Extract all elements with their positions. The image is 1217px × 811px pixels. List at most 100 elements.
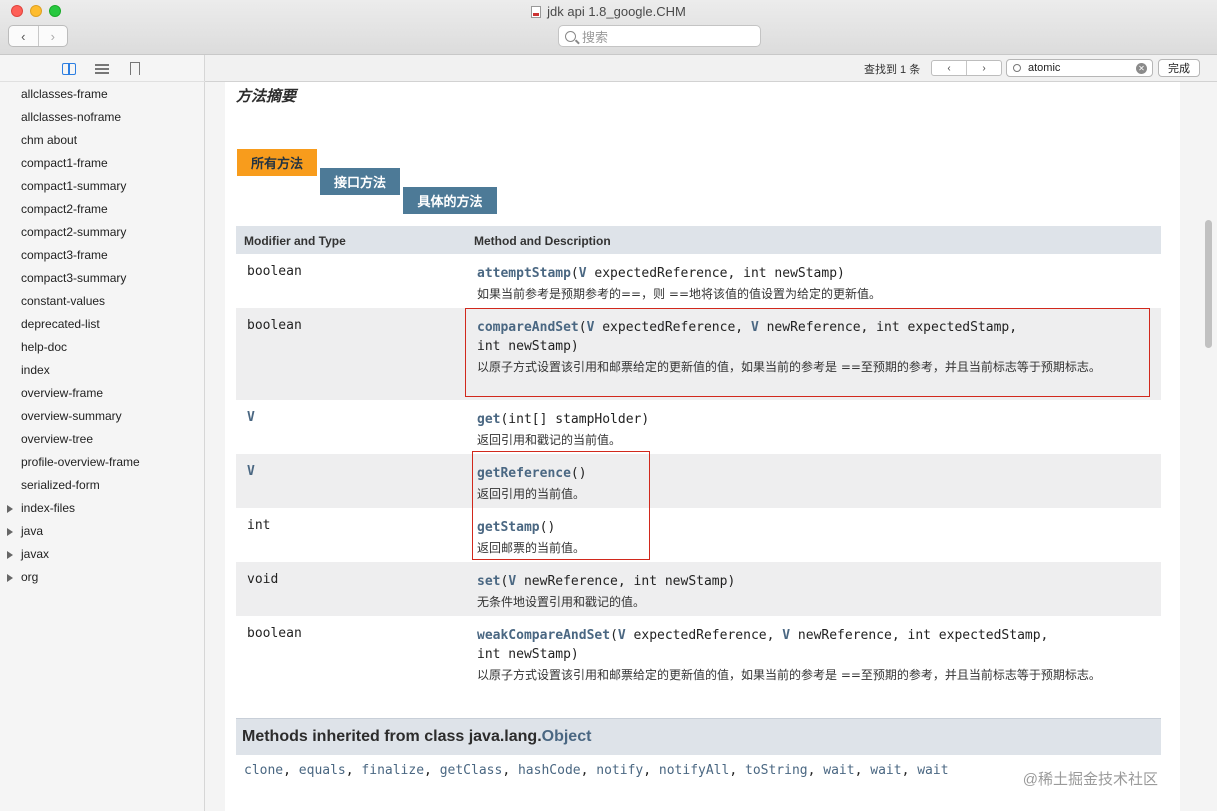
method-explanation: 返回引用和戳记的当前值。 <box>477 433 622 447</box>
inherited-method-link[interactable]: toString <box>745 763 808 778</box>
disclosure-triangle-icon[interactable] <box>7 505 13 513</box>
sidebar-item-label: help-doc <box>21 340 68 354</box>
list-icon[interactable] <box>95 62 109 75</box>
sidebar-item[interactable]: org <box>0 566 205 589</box>
method-name-link[interactable]: attemptStamp <box>477 266 571 281</box>
type-link[interactable]: V <box>579 266 587 281</box>
sidebar-item[interactable]: allclasses-frame <box>0 83 205 106</box>
table-row: Vget(int[] stampHolder) 返回引用和戳记的当前值。 <box>236 400 1161 454</box>
sidebar-item[interactable]: profile-overview-frame <box>0 451 205 474</box>
sidebar-item[interactable]: compact1-frame <box>0 152 205 175</box>
modifier-type[interactable]: V <box>247 464 255 479</box>
back-button[interactable]: ‹ <box>9 26 38 46</box>
modifier-type[interactable]: V <box>247 410 255 425</box>
find-query: atomic <box>1028 62 1061 74</box>
signature-part: expectedReference, <box>594 320 751 335</box>
sidebar-item[interactable]: overview-tree <box>0 428 205 451</box>
inherited-method-link[interactable]: notify <box>596 763 643 778</box>
inherited-method-link[interactable]: wait <box>823 763 854 778</box>
find-input[interactable]: atomic ✕ <box>1006 59 1153 77</box>
signature-part: ( <box>570 266 579 281</box>
sidebar-item-label: index-files <box>21 501 76 515</box>
sidebar-item[interactable]: serialized-form <box>0 474 205 497</box>
method-name-link[interactable]: weakCompareAndSet <box>477 628 610 643</box>
search-input[interactable]: 搜索 <box>558 25 761 47</box>
inherited-method-link[interactable]: clone <box>244 763 283 778</box>
tab-interface-methods[interactable]: 接口方法 <box>320 168 400 195</box>
table-row: void set(V newReference, int newStamp) 无条件… <box>236 562 1161 616</box>
sidebar-item[interactable]: deprecated-list <box>0 313 205 336</box>
sidebar-item[interactable]: index-files <box>0 497 205 520</box>
sidebar-tree: allclasses-frame allclasses-noframe chm ab… <box>0 83 205 589</box>
sidebar-item[interactable]: constant-values <box>0 290 205 313</box>
find-previous-button[interactable]: ‹ <box>932 61 966 75</box>
modifier-type: boolean <box>247 264 302 279</box>
sidebar-item[interactable]: javax <box>0 543 205 566</box>
content-area: 方法摘要 所有方法 接口方法 具体的方法 Modifier and Type M… <box>205 82 1217 811</box>
sidebar-toolbar <box>0 55 205 82</box>
type-link[interactable]: V <box>508 574 516 589</box>
method-signature: compareAndSet(V expectedReference, V new… <box>477 318 1149 356</box>
find-next-button[interactable]: › <box>966 61 1001 75</box>
sidebar-item[interactable]: allclasses-noframe <box>0 106 205 129</box>
method-name-link[interactable]: getReference <box>477 466 571 481</box>
method-description: compareAndSet(V expectedReference, V new… <box>477 318 1149 377</box>
sidebar-item[interactable]: compact2-summary <box>0 221 205 244</box>
inherited-method-link[interactable]: equals <box>299 763 346 778</box>
inherited-method-link[interactable]: wait <box>870 763 901 778</box>
inherited-method-link[interactable]: finalize <box>361 763 424 778</box>
disclosure-triangle-icon[interactable] <box>7 551 13 559</box>
table-row: VgetReference() 返回引用的当前值。 <box>236 454 1161 508</box>
inherited-method-link[interactable]: wait <box>917 763 948 778</box>
method-name-link[interactable]: set <box>477 574 500 589</box>
book-icon[interactable] <box>62 62 76 75</box>
inherited-method-link[interactable]: hashCode <box>518 763 581 778</box>
type-link[interactable]: V <box>782 628 790 643</box>
disclosure-triangle-icon[interactable] <box>7 528 13 536</box>
method-name-link[interactable]: get <box>477 412 500 427</box>
object-class-link[interactable]: Object <box>542 728 592 745</box>
signature-part: ( <box>610 628 618 643</box>
bookmark-icon[interactable] <box>128 62 142 75</box>
signature-part: ( <box>578 320 587 335</box>
method-name-link[interactable]: compareAndSet <box>477 320 579 335</box>
inherited-method-link[interactable]: notifyAll <box>659 763 729 778</box>
sidebar-item[interactable]: compact3-frame <box>0 244 205 267</box>
forward-button[interactable]: › <box>37 26 68 46</box>
scrollbar-thumb[interactable] <box>1205 220 1212 348</box>
sidebar-item[interactable]: chm about <box>0 129 205 152</box>
sidebar-item-label: serialized-form <box>21 478 100 492</box>
method-description: attemptStamp(V expectedReference, int ne… <box>477 264 1149 304</box>
sidebar-item[interactable]: index <box>0 359 205 382</box>
disclosure-triangle-icon[interactable] <box>7 574 13 582</box>
sidebar-item-label: allclasses-noframe <box>21 110 122 124</box>
find-nav: ‹ › <box>931 60 1002 76</box>
sidebar-item[interactable]: overview-frame <box>0 382 205 405</box>
signature-part: () <box>570 466 587 481</box>
signature-part: newReference, int newStamp) <box>516 574 736 589</box>
find-done-button[interactable]: 完成 <box>1158 59 1200 77</box>
method-explanation: 返回邮票的当前值。 <box>477 541 586 555</box>
tab-concrete-methods[interactable]: 具体的方法 <box>403 187 497 214</box>
signature-part: (int[] stampHolder) <box>500 412 650 427</box>
method-name-link[interactable]: getStamp <box>477 520 540 535</box>
sidebar-item[interactable]: compact1-summary <box>0 175 205 198</box>
sidebar-item[interactable]: help-doc <box>0 336 205 359</box>
type-link[interactable]: V <box>618 628 626 643</box>
type-link[interactable]: V <box>751 320 759 335</box>
sidebar-item[interactable]: java <box>0 520 205 543</box>
sidebar-item[interactable]: compact2-frame <box>0 198 205 221</box>
sidebar-item[interactable]: compact3-summary <box>0 267 205 290</box>
signature-part: expectedReference, <box>625 628 783 643</box>
inherited-method-link[interactable]: getClass <box>440 763 503 778</box>
tab-all-methods[interactable]: 所有方法 <box>237 149 317 176</box>
clear-icon[interactable]: ✕ <box>1136 63 1147 74</box>
history-nav: ‹ › <box>8 25 68 47</box>
find-search-icon <box>1013 64 1021 72</box>
method-description: getReference() 返回引用的当前值。 <box>477 464 1149 504</box>
section-title: 方法摘要 <box>236 88 297 105</box>
sidebar-item-label: chm about <box>21 133 78 147</box>
separator: , <box>502 763 518 778</box>
sidebar-item-label: compact2-summary <box>21 225 127 239</box>
sidebar-item[interactable]: overview-summary <box>0 405 205 428</box>
